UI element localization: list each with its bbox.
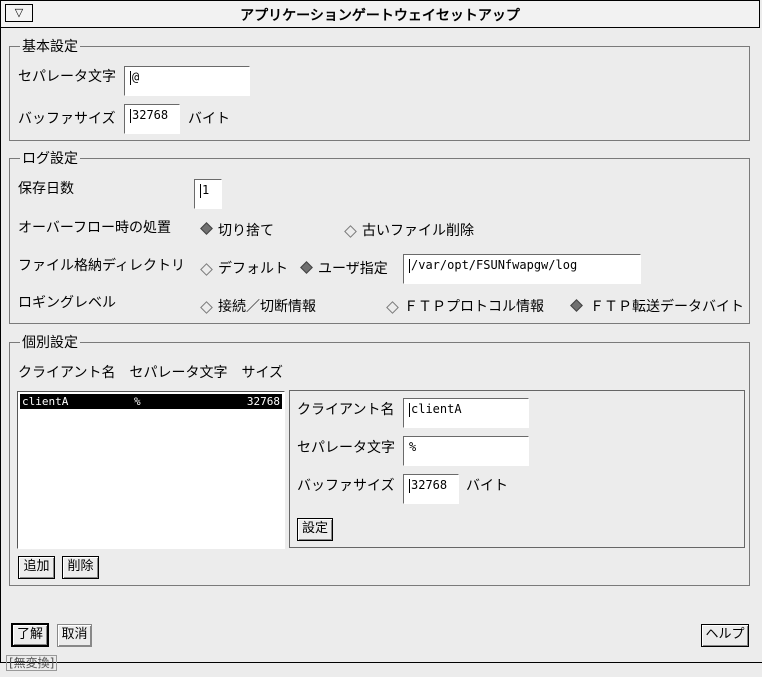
client-buffer-unit: バイト: [466, 478, 508, 494]
buffer-size-input[interactable]: 32768: [124, 104, 180, 134]
ok-button[interactable]: 了解: [11, 623, 49, 647]
dir-user-label[interactable]: ユーザ指定: [318, 260, 388, 278]
list-item-size: 32768: [246, 395, 280, 408]
level-ftp-data-label[interactable]: ＦＴＰ転送データバイト: [590, 298, 744, 316]
client-name-input[interactable]: clientA: [403, 398, 529, 428]
client-list-header: クライアント名 セパレータ文字 サイズ: [18, 365, 284, 381]
level-ftp-protocol-label[interactable]: ＦＴＰプロトコル情報: [404, 298, 544, 316]
log-level-label: ロギングレベル: [18, 295, 116, 311]
add-button[interactable]: 追加: [18, 556, 55, 579]
log-dir-input[interactable]: /var/opt/FSUNfwapgw/log: [403, 254, 641, 284]
separator-value: @: [132, 70, 140, 84]
log-dir-value: /var/opt/FSUNfwapgw/log: [411, 258, 578, 272]
retention-days-value: 1: [202, 183, 210, 197]
retention-days-label: 保存日数: [18, 181, 74, 197]
buffer-size-label: バッファサイズ: [18, 111, 116, 127]
list-item[interactable]: clientA % 32768: [20, 394, 282, 409]
overflow-label: オーバーフロー時の処置: [18, 220, 172, 236]
text-caret: [130, 70, 131, 85]
text-caret: [200, 183, 201, 198]
individual-settings-legend: 個別設定: [20, 335, 80, 351]
list-item-client: clientA: [22, 395, 69, 408]
overflow-truncate-label[interactable]: 切り捨て: [218, 222, 274, 240]
client-list[interactable]: clientA % 32768: [17, 391, 285, 549]
client-separator-label: セパレータ文字: [297, 440, 395, 456]
client-buffer-value: 32768: [411, 478, 448, 492]
client-separator-value: %: [409, 440, 417, 454]
text-caret: [409, 402, 410, 417]
cancel-button[interactable]: 取消: [57, 624, 92, 647]
client-name-label: クライアント名: [297, 402, 395, 418]
log-dir-label: ファイル格納ディレクトリ: [18, 258, 186, 274]
basic-settings-legend: 基本設定: [20, 39, 80, 55]
buffer-unit-label: バイト: [188, 111, 230, 127]
client-separator-input[interactable]: %: [403, 436, 529, 466]
level-connect-label[interactable]: 接続／切断情報: [218, 298, 316, 316]
delete-button[interactable]: 削除: [62, 556, 99, 579]
retention-days-input[interactable]: 1: [194, 179, 222, 209]
set-button[interactable]: 設定: [297, 518, 333, 541]
basic-settings-group: [9, 46, 750, 141]
input-mode-status: [無変換]: [6, 655, 58, 671]
dir-default-label[interactable]: デフォルト: [218, 260, 288, 278]
buffer-size-value: 32768: [132, 108, 169, 122]
separator-label: セパレータ文字: [18, 69, 116, 85]
client-buffer-label: バッファサイズ: [297, 478, 395, 494]
client-buffer-input[interactable]: 32768: [403, 474, 459, 504]
client-name-value: clientA: [411, 402, 462, 416]
log-settings-legend: ログ設定: [20, 151, 80, 167]
text-caret: [409, 258, 410, 273]
separator-input[interactable]: @: [124, 66, 250, 96]
text-caret: [130, 108, 131, 123]
overflow-delete-old-label[interactable]: 古いファイル削除: [362, 222, 474, 240]
help-button[interactable]: ヘルプ: [701, 624, 749, 647]
window-title: アプリケーションゲートウェイセットアップ: [240, 8, 520, 24]
list-item-separator: %: [134, 395, 141, 408]
text-caret: [409, 478, 410, 493]
